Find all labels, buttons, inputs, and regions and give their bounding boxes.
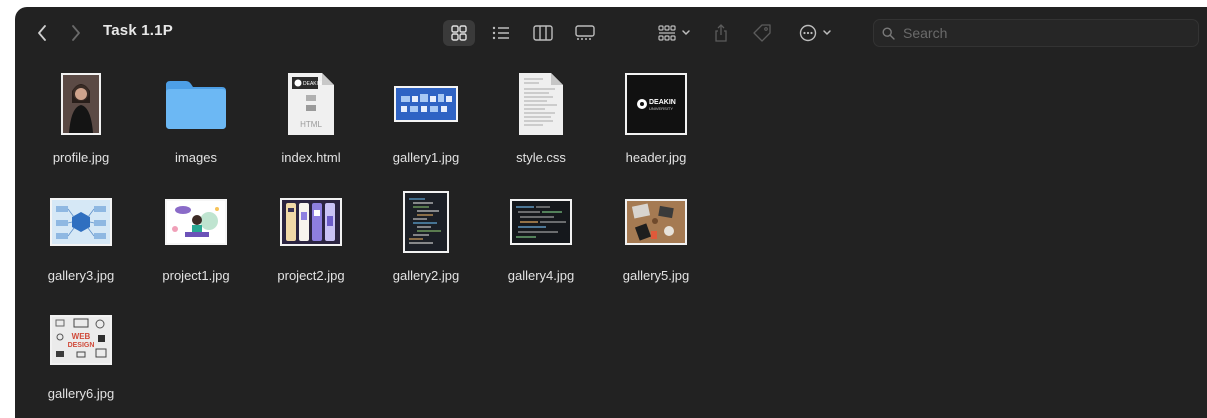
forward-button[interactable] <box>67 21 85 45</box>
gallery-view-button[interactable] <box>569 20 601 46</box>
image-thumbnail-icon <box>26 187 136 257</box>
column-view-button[interactable] <box>527 20 559 46</box>
group-by-icon <box>657 25 676 41</box>
image-thumbnail-icon <box>371 187 481 257</box>
columns-icon <box>533 25 553 41</box>
toolbar: Task 1.1P <box>15 7 1207 59</box>
file-item-project1[interactable]: project1.jpg <box>141 187 251 291</box>
search-field[interactable] <box>873 19 1199 47</box>
file-item-gallery5[interactable]: gallery5.jpg <box>601 187 711 291</box>
file-item-gallery6[interactable]: WEB DESIGN gallery6.jpg <box>26 305 136 409</box>
image-thumbnail-icon <box>26 69 136 139</box>
view-switcher <box>443 18 611 48</box>
file-item-index-html[interactable]: DEAKIN HTML index.html <box>256 69 366 173</box>
html-document-icon: DEAKIN HTML <box>256 69 366 139</box>
file-item-header[interactable]: DEAKIN UNIVERSITY header.jpg <box>601 69 711 173</box>
window-title: Task 1.1P <box>103 22 173 39</box>
image-thumbnail-icon <box>486 187 596 257</box>
file-item-gallery1[interactable]: gallery1.jpg <box>371 69 481 173</box>
image-thumbnail-icon <box>371 69 481 139</box>
image-thumbnail-icon <box>601 187 711 257</box>
file-item-gallery4[interactable]: gallery4.jpg <box>486 187 596 291</box>
file-item-style-css[interactable]: style.css <box>486 69 596 173</box>
share-button[interactable] <box>711 20 731 46</box>
file-item-gallery2[interactable]: gallery2.jpg <box>371 187 481 291</box>
file-item-gallery3[interactable]: gallery3.jpg <box>26 187 136 291</box>
file-item-profile[interactable]: profile.jpg <box>26 69 136 173</box>
list-icon <box>492 26 509 40</box>
finder-window: Task 1.1P Search profile.jpg images DEAK… <box>15 7 1207 418</box>
search-input[interactable] <box>901 24 1185 42</box>
svg-text:DEAKIN: DEAKIN <box>303 81 322 87</box>
file-item-project2[interactable]: project2.jpg <box>256 187 366 291</box>
svg-text:HTML: HTML <box>300 120 322 129</box>
chevron-down-icon <box>822 30 831 36</box>
list-view-button[interactable] <box>485 20 517 46</box>
group-by-button[interactable] <box>653 20 695 46</box>
gallery-icon <box>575 25 595 40</box>
image-thumbnail-icon: WEB DESIGN <box>26 305 136 375</box>
chevron-right-icon <box>72 25 80 41</box>
folder-icon <box>141 69 251 139</box>
icon-view-button[interactable] <box>443 20 475 46</box>
ellipsis-circle-icon <box>799 24 816 42</box>
search-icon <box>882 26 895 40</box>
chevron-left-icon <box>38 25 46 41</box>
image-thumbnail-icon: DEAKIN UNIVERSITY <box>601 69 711 139</box>
chevron-down-icon <box>681 30 690 36</box>
grid-icon <box>451 25 467 41</box>
tag-button[interactable] <box>751 20 773 46</box>
text-document-icon <box>486 69 596 139</box>
image-thumbnail-icon <box>256 187 366 257</box>
svg-text:WEB: WEB <box>72 332 91 341</box>
back-button[interactable] <box>33 21 51 45</box>
file-item-images[interactable]: images <box>141 69 251 173</box>
svg-text:DEAKIN: DEAKIN <box>649 99 676 106</box>
more-actions-button[interactable] <box>795 20 835 46</box>
svg-text:DESIGN: DESIGN <box>68 342 95 349</box>
tag-icon <box>753 24 771 42</box>
share-icon <box>715 24 727 42</box>
image-thumbnail-icon <box>141 187 251 257</box>
svg-text:UNIVERSITY: UNIVERSITY <box>649 106 673 111</box>
